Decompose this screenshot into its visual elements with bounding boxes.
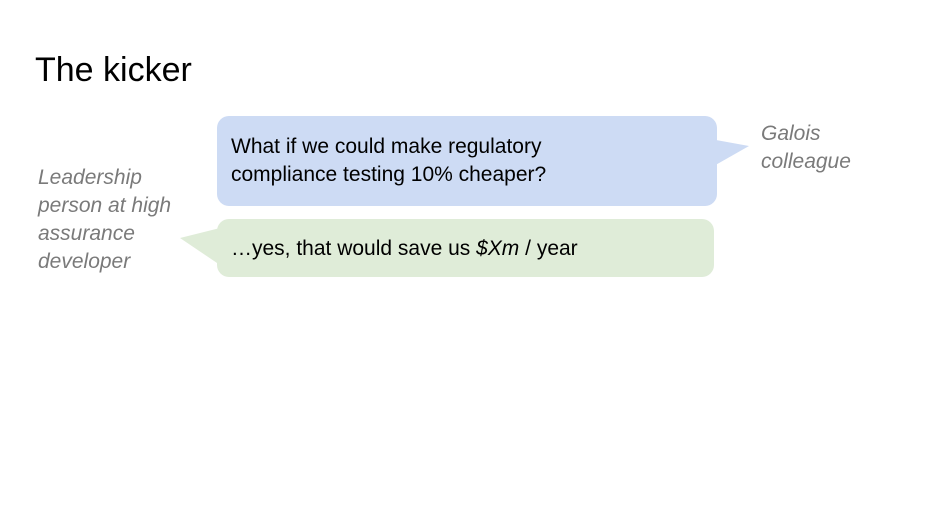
- question-line: What if we could make regulatory: [231, 135, 542, 158]
- answer-speech-bubble: …yes, that would save us $Xm / year: [217, 219, 714, 277]
- question-bubble-tail: [705, 138, 749, 171]
- speaker-label-line: Leadership: [38, 166, 142, 189]
- answer-bubble-tail: [180, 228, 220, 265]
- answer-text-suffix: / year: [519, 237, 578, 260]
- question-line: compliance testing 10% cheaper?: [231, 163, 547, 186]
- speaker-label-line: person at high: [38, 194, 172, 217]
- question-speech-bubble: What if we could make regulatory complia…: [217, 116, 717, 206]
- slide-title: The kicker: [35, 51, 192, 89]
- answer-line: …yes, that would save us $Xm / year: [231, 235, 700, 263]
- speaker-label-line: colleague: [761, 150, 851, 173]
- speaker-label-line: Galois: [761, 122, 821, 145]
- answer-text-prefix: …yes, that would save us: [231, 237, 477, 260]
- answer-amount: $Xm: [476, 237, 520, 260]
- speaker-label-galois: Galois colleague: [761, 120, 911, 176]
